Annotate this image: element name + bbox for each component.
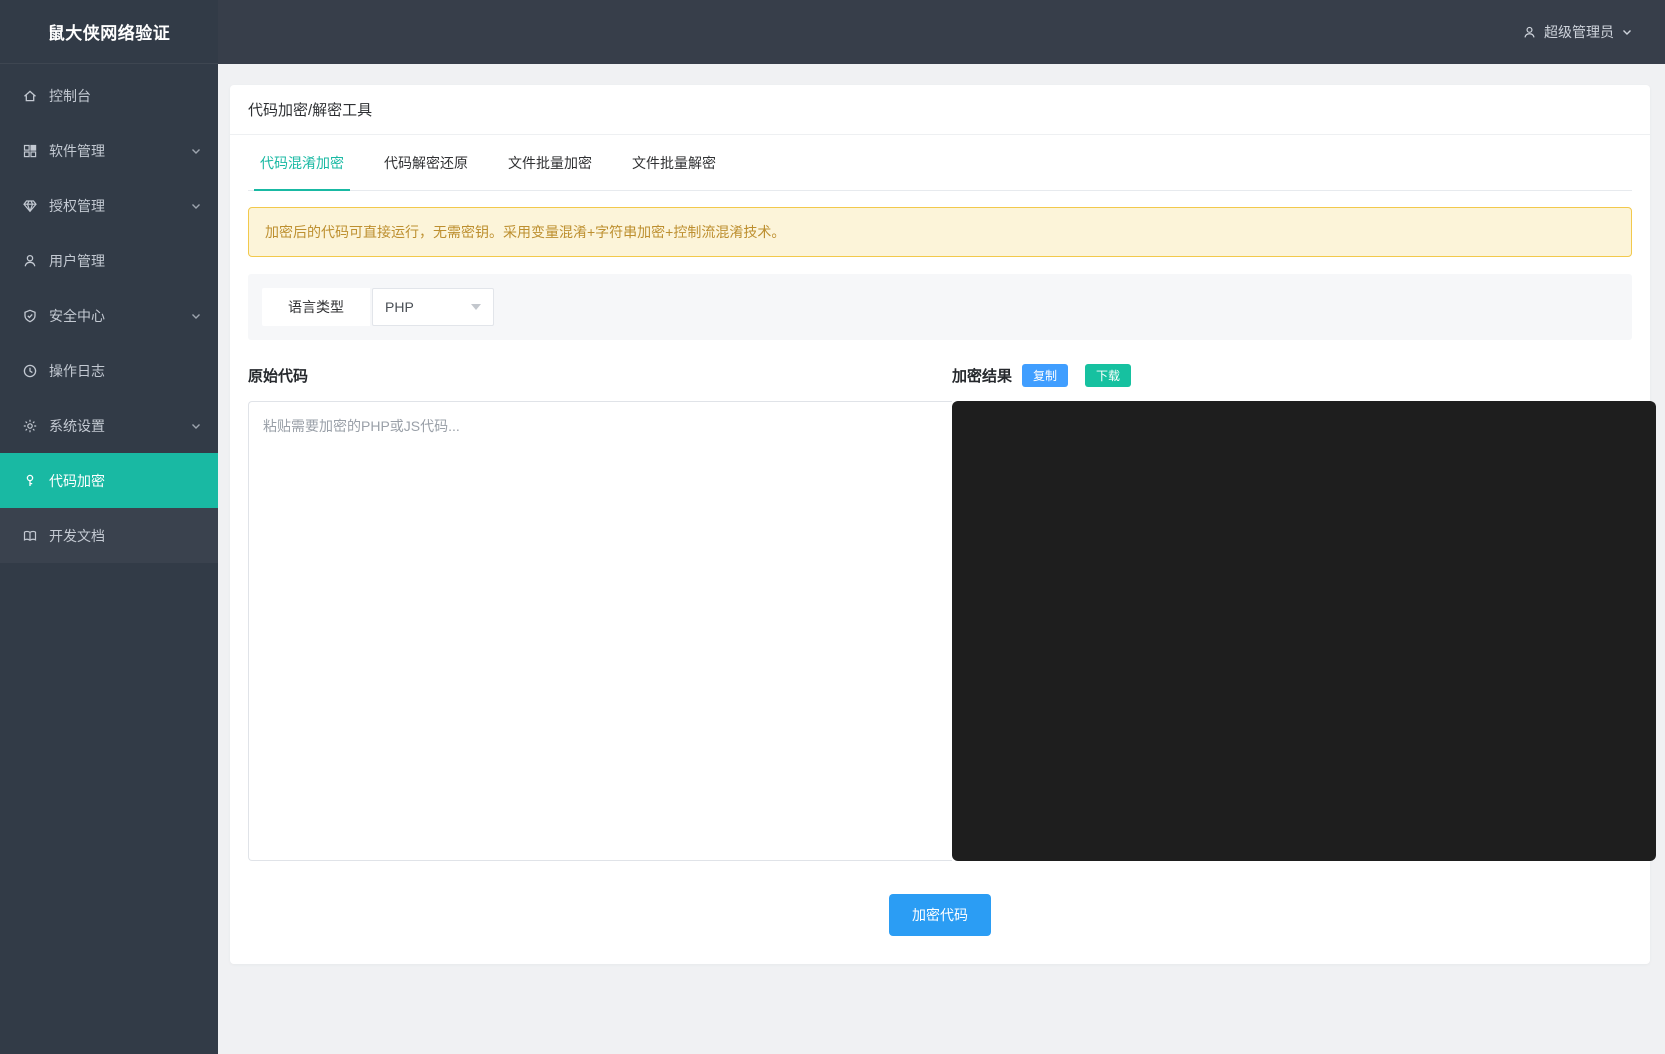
sidebar-item-label: 用户管理 [49, 251, 202, 271]
sidebar-item-label: 操作日志 [49, 361, 202, 381]
action-row: 加密代码 [248, 894, 1632, 936]
sidebar-item-label: 开发文档 [49, 526, 202, 546]
tab-file-batch-decrypt[interactable]: 文件批量解密 [632, 135, 716, 191]
chevron-down-icon [190, 310, 202, 322]
sidebar-item-label: 系统设置 [49, 416, 190, 436]
sidebar-item-label: 授权管理 [49, 196, 190, 216]
user-name: 超级管理员 [1544, 22, 1614, 42]
source-code-label: 原始代码 [248, 365, 308, 386]
gem-icon [22, 198, 38, 214]
source-pane [248, 401, 952, 861]
language-select[interactable]: PHP [372, 288, 494, 326]
source-label-group: 原始代码 [248, 365, 952, 386]
gear-icon [22, 418, 38, 434]
language-form: 语言类型 PHP [248, 274, 1632, 340]
sidebar-item-label: 代码加密 [49, 471, 202, 491]
download-button[interactable]: 下载 [1085, 364, 1131, 387]
page-title: 代码加密/解密工具 [230, 85, 1650, 135]
encrypt-result-label: 加密结果 [952, 365, 1012, 386]
sidebar-item-settings[interactable]: 系统设置 [0, 398, 218, 453]
sidebar-item-security[interactable]: 安全中心 [0, 288, 218, 343]
sidebar: 鼠大侠网络验证 控制台 软件管理 授权管理 [0, 0, 218, 1054]
tab-bar: 代码混淆加密 代码解密还原 文件批量加密 文件批量解密 [248, 135, 1632, 191]
editor-panes [248, 401, 1656, 861]
sidebar-item-users[interactable]: 用户管理 [0, 233, 218, 288]
language-select-value: PHP [385, 299, 414, 315]
app-title: 鼠大侠网络验证 [0, 0, 218, 64]
apps-icon [22, 143, 38, 159]
user-icon [22, 253, 38, 269]
sidebar-item-label: 软件管理 [49, 141, 190, 161]
key-icon [22, 473, 38, 489]
tab-code-obfuscate[interactable]: 代码混淆加密 [260, 135, 344, 191]
sidebar-menu: 控制台 软件管理 授权管理 用户管理 [0, 64, 218, 563]
sidebar-item-authorization[interactable]: 授权管理 [0, 178, 218, 233]
chevron-down-icon [190, 420, 202, 432]
chevron-down-icon [190, 145, 202, 157]
person-icon [1522, 25, 1537, 40]
sidebar-item-dashboard[interactable]: 控制台 [0, 68, 218, 123]
sidebar-item-code-encrypt[interactable]: 代码加密 [0, 453, 218, 508]
sidebar-item-label: 控制台 [49, 86, 202, 106]
home-icon [22, 88, 38, 104]
language-type-label: 语言类型 [262, 288, 370, 326]
copy-button[interactable]: 复制 [1022, 364, 1068, 387]
chevron-down-icon [1621, 26, 1633, 38]
source-code-input[interactable] [248, 401, 952, 861]
encrypt-code-button[interactable]: 加密代码 [889, 894, 991, 936]
clock-icon [22, 363, 38, 379]
shield-check-icon [22, 308, 38, 324]
sidebar-item-software[interactable]: 软件管理 [0, 123, 218, 178]
tool-card: 代码加密/解密工具 代码混淆加密 代码解密还原 文件批量加密 文件批量解密 加密… [230, 85, 1650, 964]
book-icon [22, 528, 38, 544]
top-header: 超级管理员 [218, 0, 1665, 64]
tab-code-decrypt[interactable]: 代码解密还原 [384, 135, 468, 191]
info-alert: 加密后的代码可直接运行，无需密钥。采用变量混淆+字符串加密+控制流混淆技术。 [248, 207, 1632, 257]
result-panel[interactable] [952, 401, 1656, 861]
tab-panel: 加密后的代码可直接运行，无需密钥。采用变量混淆+字符串加密+控制流混淆技术。 语… [230, 191, 1650, 964]
main-area: 代码加密/解密工具 代码混淆加密 代码解密还原 文件批量加密 文件批量解密 加密… [218, 64, 1665, 1054]
select-caret-icon [471, 304, 481, 310]
editor-labels-row: 原始代码 加密结果 复制 下载 [248, 364, 1656, 387]
chevron-down-icon [190, 200, 202, 212]
sidebar-item-label: 安全中心 [49, 306, 190, 326]
sidebar-item-docs[interactable]: 开发文档 [0, 508, 218, 563]
user-menu[interactable]: 超级管理员 [1522, 22, 1633, 42]
sidebar-item-logs[interactable]: 操作日志 [0, 343, 218, 398]
tab-file-batch-encrypt[interactable]: 文件批量加密 [508, 135, 592, 191]
result-label-group: 加密结果 复制 下载 [952, 364, 1656, 387]
